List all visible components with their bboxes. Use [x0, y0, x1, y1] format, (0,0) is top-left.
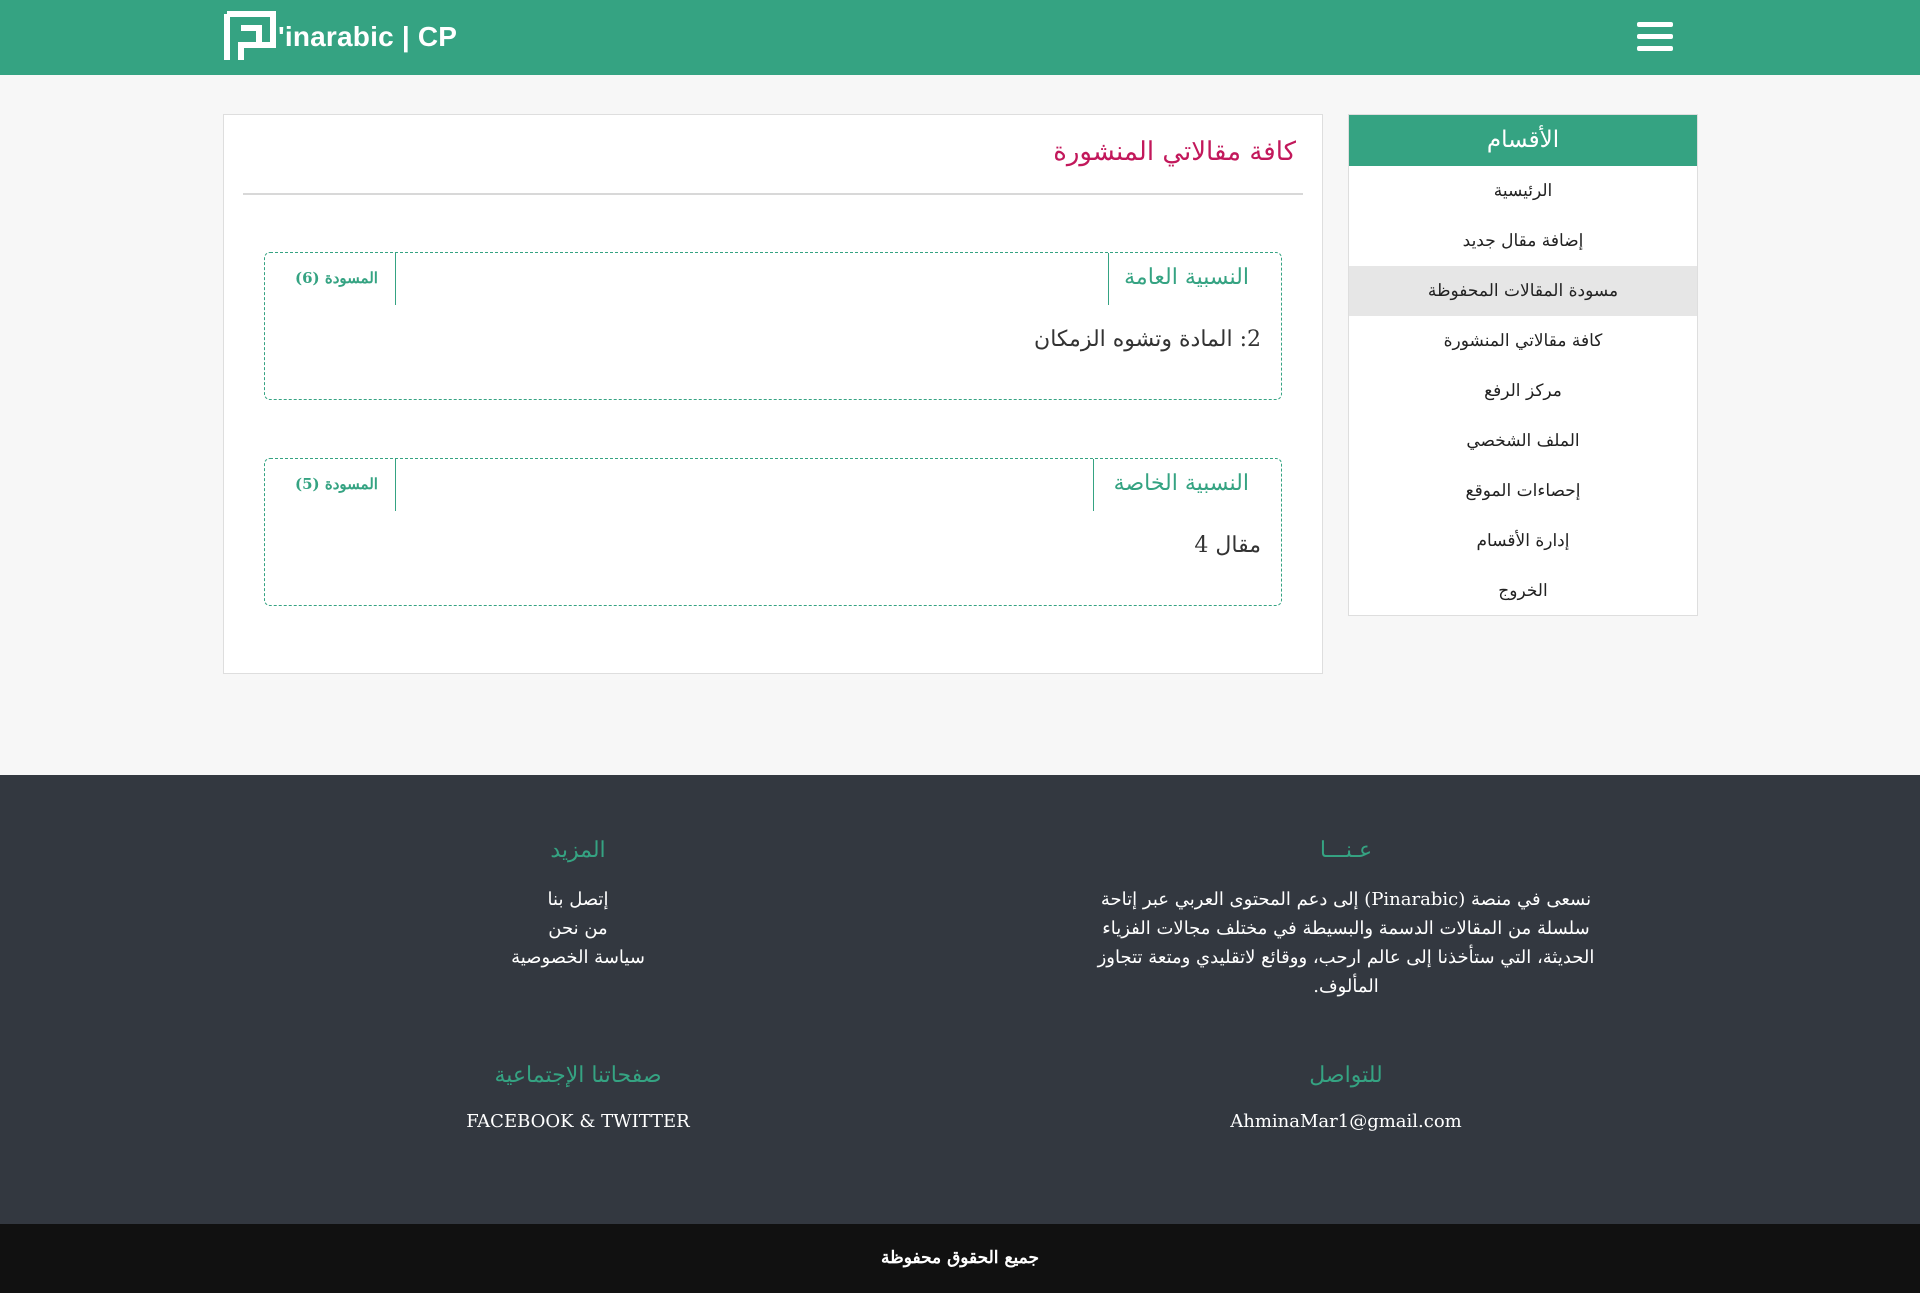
hamburger-menu-icon[interactable] [1637, 20, 1675, 54]
article-link[interactable]: مقال 4 [1194, 533, 1261, 558]
footer-more-links: إتصل بنا من نحن سياسة الخصوصية [478, 885, 678, 972]
copyright-bar: جميع الحقوق محفوظة [0, 1224, 1920, 1293]
sidebar-header: الأقسام [1349, 115, 1697, 166]
footer-social-links[interactable]: FACEBOOK & TWITTER [428, 1111, 728, 1132]
footer-about-text: نسعى في منصة (Pinarabic) إلى دعم المحتوى… [1097, 889, 1595, 997]
sidebar-item-published-articles[interactable]: كافة مقالاتي المنشورة [1349, 316, 1697, 366]
sidebar-menu: الرئيسية إضافة مقال جديد مسودة المقالات … [1349, 166, 1697, 616]
sidebar-item-add-article[interactable]: إضافة مقال جديد [1349, 216, 1697, 266]
category-name: النسبية الخاصة [1113, 471, 1249, 496]
site-footer: عـنـــا نسعى في منصة (Pinarabic) إلى دعم… [0, 775, 1920, 1224]
footer-contact-heading: للتواصل [1309, 1063, 1383, 1088]
footer-social-heading: صفحاتنا الإجتماعية [494, 1063, 662, 1088]
category-divider [1093, 459, 1094, 511]
sidebar-item-site-stats[interactable]: إحصاءات الموقع [1349, 466, 1697, 516]
category-card: النسبية الخاصة المسودة (5) مقال 4 [264, 458, 1282, 606]
pinarabic-logo-icon [224, 11, 276, 63]
footer-email[interactable]: AhminaMar1@gmail.com [1196, 1111, 1496, 1132]
sidebar-item-upload-center[interactable]: مركز الرفع [1349, 366, 1697, 416]
category-divider [395, 459, 396, 511]
category-card: النسبية العامة المسودة (6) 2: المادة وتش… [264, 252, 1282, 400]
draft-count-link[interactable]: المسودة (6) [295, 269, 378, 287]
sidebar-item-profile[interactable]: الملف الشخصي [1349, 416, 1697, 466]
brand-home-link[interactable]: 'inarabic | CP [224, 10, 457, 64]
sidebar-item-logout[interactable]: الخروج [1349, 566, 1697, 616]
category-divider [395, 253, 396, 305]
title-divider [243, 193, 1303, 195]
footer-link-privacy[interactable]: سياسة الخصوصية [478, 943, 678, 972]
category-name: النسبية العامة [1124, 265, 1249, 290]
category-divider [1108, 253, 1109, 305]
sections-sidebar: الأقسام الرئيسية إضافة مقال جديد مسودة ا… [1348, 114, 1698, 616]
footer-link-contact[interactable]: إتصل بنا [478, 885, 678, 914]
top-navbar: 'inarabic | CP [0, 0, 1920, 75]
brand-text: 'inarabic | CP [278, 21, 458, 52]
page-title: كافة مقالاتي المنشورة [1053, 137, 1296, 167]
footer-about-heading: عـنـــا [1319, 838, 1373, 863]
sidebar-item-manage-sections[interactable]: إدارة الأقسام [1349, 516, 1697, 566]
footer-link-about[interactable]: من نحن [478, 914, 678, 943]
published-articles-panel: كافة مقالاتي المنشورة النسبية العامة الم… [223, 114, 1323, 674]
footer-more-heading: المزيد [550, 838, 606, 863]
sidebar-item-home[interactable]: الرئيسية [1349, 166, 1697, 216]
sidebar-item-saved-drafts[interactable]: مسودة المقالات المحفوظة [1349, 266, 1697, 316]
article-link[interactable]: 2: المادة وتشوه الزمكان [1034, 327, 1261, 352]
draft-count-link[interactable]: المسودة (5) [295, 475, 378, 493]
